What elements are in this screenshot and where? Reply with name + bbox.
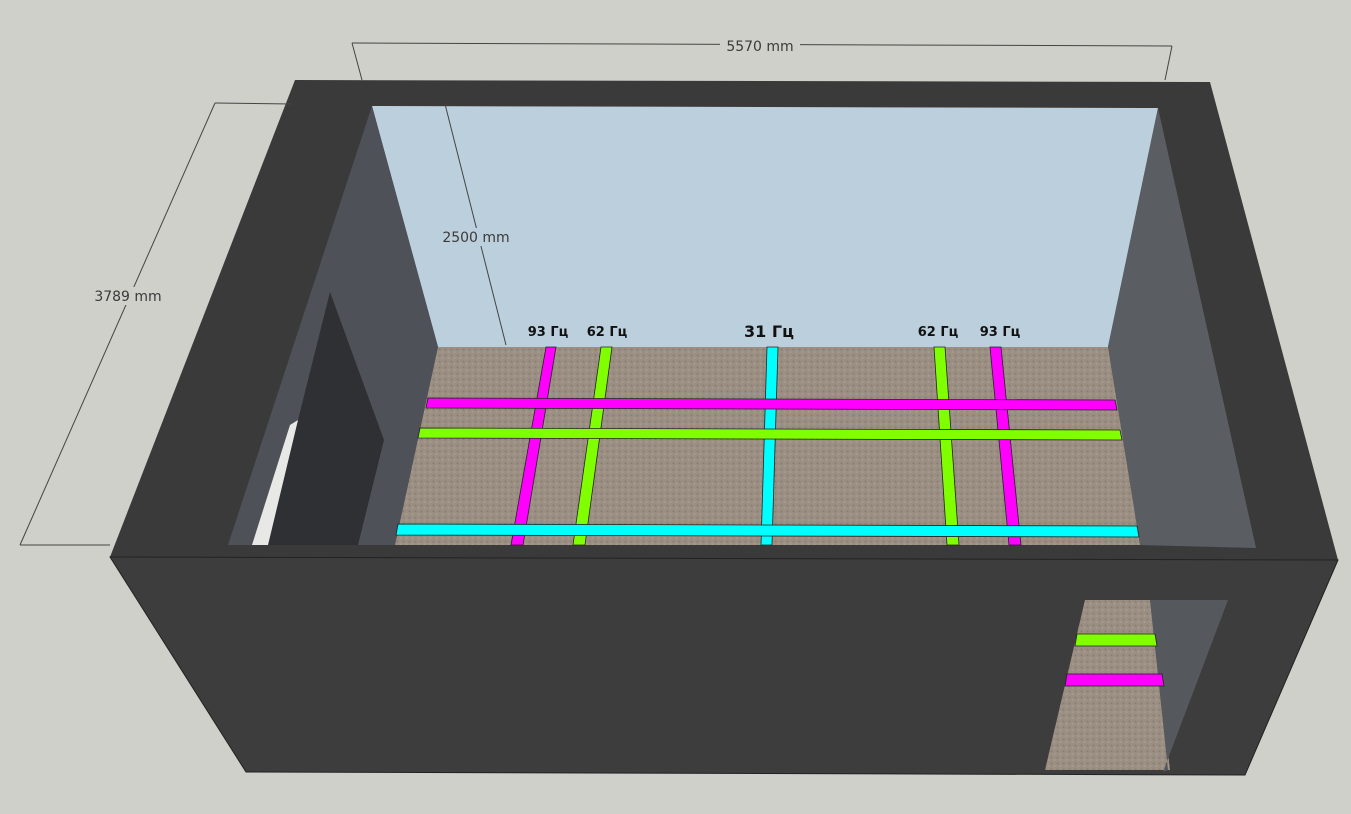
back-wall	[372, 106, 1158, 347]
width-label: 5570 mm	[726, 39, 793, 55]
height-label: 2500 mm	[442, 230, 509, 246]
strip-31hz-horizontal	[395, 523, 1140, 538]
front-doorway-strip-93hz	[1064, 673, 1165, 687]
strip-62hz-horizontal	[417, 427, 1123, 441]
freq-label-31-center: 31 Гц	[744, 322, 794, 341]
freq-label-93-right: 93 Гц	[980, 325, 1021, 340]
freq-label-62-left: 62 Гц	[587, 325, 628, 340]
width-dimension: 5570 mm	[351, 37, 1173, 81]
depth-label: 3789 mm	[94, 289, 161, 305]
room-mode-diagram: 5570 mm 3789 mm 2500 mm 93 Гц 62 Гц 31 Г…	[19, 37, 1339, 776]
freq-label-93-left: 93 Гц	[528, 325, 569, 340]
strip-93hz-horizontal	[425, 397, 1118, 411]
freq-label-62-right: 62 Гц	[918, 325, 959, 340]
front-doorway-strip-62hz	[1074, 633, 1158, 647]
